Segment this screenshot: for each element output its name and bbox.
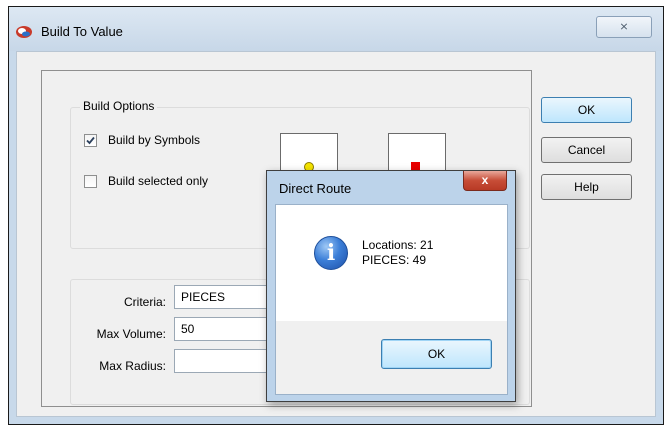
build-options-legend: Build Options bbox=[80, 99, 158, 113]
information-icon: i bbox=[314, 236, 348, 270]
direct-route-dialog: Direct Route x i Locations: 21 PIECES: 4… bbox=[266, 170, 516, 402]
dialog-close-button[interactable]: x bbox=[463, 171, 507, 191]
close-icon: x bbox=[481, 173, 489, 187]
message-pieces: PIECES: 49 bbox=[362, 253, 427, 267]
max-volume-label: Max Volume: bbox=[96, 327, 166, 341]
criteria-label: Criteria: bbox=[123, 295, 166, 309]
ok-button[interactable]: OK bbox=[541, 97, 632, 123]
checkmark-icon bbox=[86, 136, 95, 145]
dialog-body: i Locations: 21 PIECES: 49 OK bbox=[275, 204, 508, 395]
close-icon: ⨯ bbox=[619, 21, 629, 33]
build-by-symbols-label[interactable]: Build by Symbols bbox=[108, 133, 200, 147]
build-selected-only-label[interactable]: Build selected only bbox=[108, 174, 208, 188]
dialog-message-area: i Locations: 21 PIECES: 49 bbox=[276, 205, 507, 321]
cancel-button[interactable]: Cancel bbox=[541, 137, 632, 163]
dialog-title: Direct Route bbox=[279, 181, 352, 196]
max-radius-label: Max Radius: bbox=[99, 359, 166, 373]
close-button[interactable]: ⨯ bbox=[596, 16, 652, 38]
message-locations: Locations: 21 bbox=[362, 238, 434, 252]
dialog-ok-button[interactable]: OK bbox=[381, 339, 492, 369]
help-button[interactable]: Help bbox=[541, 174, 632, 200]
app-icon bbox=[16, 26, 32, 38]
build-by-symbols-checkbox[interactable] bbox=[84, 134, 97, 147]
title-bar[interactable]: Build To Value ⨯ bbox=[9, 7, 663, 51]
window-title: Build To Value bbox=[41, 24, 123, 39]
build-selected-only-checkbox[interactable] bbox=[84, 175, 97, 188]
